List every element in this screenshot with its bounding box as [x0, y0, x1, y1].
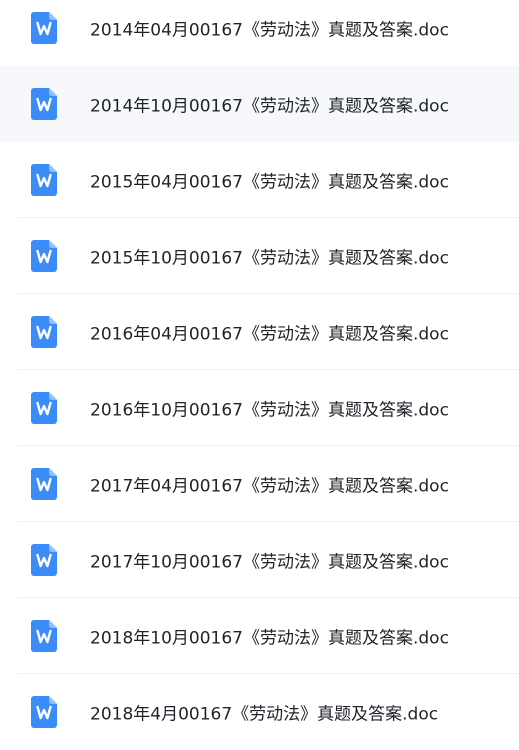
word-doc-icon [31, 392, 57, 424]
word-doc-icon [31, 164, 57, 196]
file-list: 2014年04月00167《劳动法》真题及答案.doc 2014年10月00167… [0, 0, 519, 744]
file-row[interactable]: 2016年10月00167《劳动法》真题及答案.doc [0, 370, 519, 446]
file-row[interactable]: 2018年10月00167《劳动法》真题及答案.doc [0, 598, 519, 674]
file-name: 2017年04月00167《劳动法》真题及答案.doc [90, 476, 449, 497]
file-name: 2015年04月00167《劳动法》真题及答案.doc [90, 172, 449, 193]
file-name: 2018年4月00167《劳动法》真题及答案.doc [90, 704, 439, 725]
file-name: 2014年04月00167《劳动法》真题及答案.doc [90, 20, 449, 41]
file-row[interactable]: 2017年04月00167《劳动法》真题及答案.doc [0, 446, 519, 522]
word-doc-icon [31, 12, 57, 44]
file-row[interactable]: 2015年10月00167《劳动法》真题及答案.doc [0, 218, 519, 294]
word-doc-icon [31, 240, 57, 272]
file-row[interactable]: 2016年04月00167《劳动法》真题及答案.doc [0, 294, 519, 370]
file-row[interactable]: 2014年04月00167《劳动法》真题及答案.doc [0, 0, 519, 66]
file-name: 2018年10月00167《劳动法》真题及答案.doc [90, 628, 449, 649]
file-name: 2015年10月00167《劳动法》真题及答案.doc [90, 248, 449, 269]
file-row[interactable]: 2018年4月00167《劳动法》真题及答案.doc [0, 674, 519, 750]
word-doc-icon [31, 468, 57, 500]
word-doc-icon [31, 696, 57, 728]
word-doc-icon [31, 544, 57, 576]
word-doc-icon [31, 316, 57, 348]
file-name: 2016年04月00167《劳动法》真题及答案.doc [90, 324, 449, 345]
file-row[interactable]: 2015年04月00167《劳动法》真题及答案.doc [0, 142, 519, 218]
file-name: 2016年10月00167《劳动法》真题及答案.doc [90, 400, 449, 421]
file-row[interactable]: 2014年10月00167《劳动法》真题及答案.doc [0, 66, 519, 142]
file-name: 2014年10月00167《劳动法》真题及答案.doc [90, 96, 449, 117]
file-name: 2017年10月00167《劳动法》真题及答案.doc [90, 552, 449, 573]
word-doc-icon [31, 620, 57, 652]
file-row[interactable]: 2017年10月00167《劳动法》真题及答案.doc [0, 522, 519, 598]
word-doc-icon [31, 88, 57, 120]
